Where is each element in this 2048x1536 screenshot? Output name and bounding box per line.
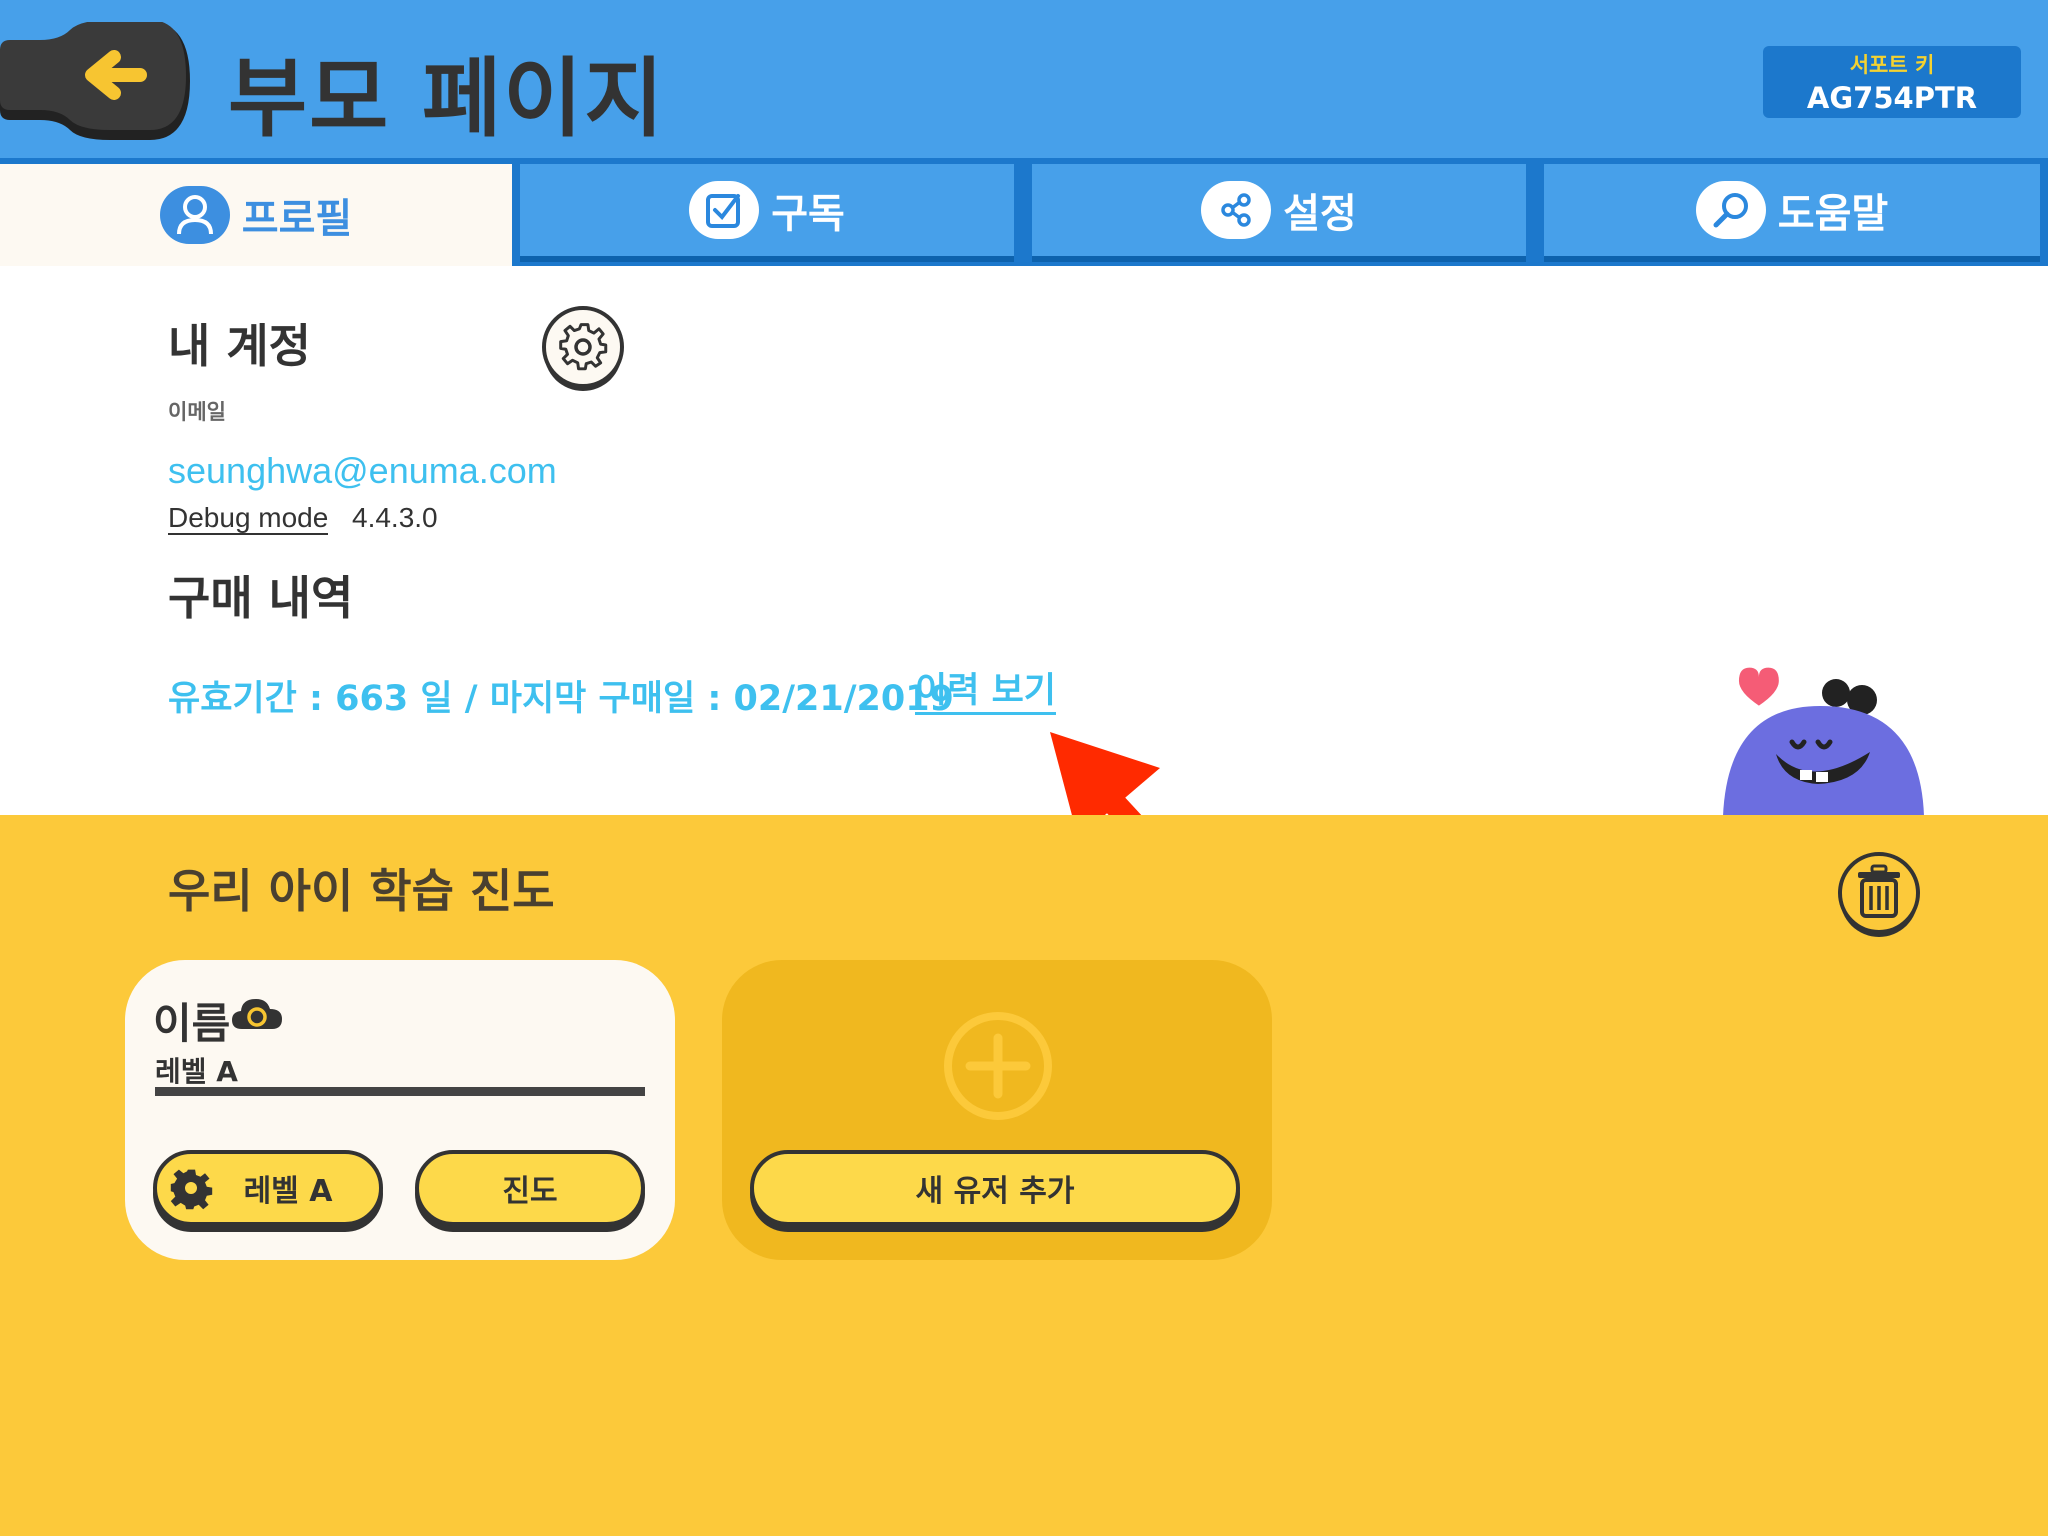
level-progress-bar [155,1087,645,1096]
monster-mascot [1723,667,1924,816]
checkbox-icon [689,181,760,239]
view-progress-button[interactable]: 진도 [415,1150,645,1226]
debug-mode-link[interactable]: Debug mode [168,503,329,535]
learning-progress-title: 우리 아이 학습 진도 [168,864,555,918]
tab-settings-label: 설정 [1283,191,1357,237]
account-settings-button[interactable] [542,306,624,392]
user-card: 이름 레벨 A 레벨 A 진도 [125,960,675,1260]
account-email: seunghwa@enuma.com [168,450,557,491]
user-name: 이름 [153,999,231,1048]
page-title: 부모 페이지 [228,49,666,149]
tab-bar: 프로필 구독 설정 도움말 [0,158,2048,266]
tab-settings[interactable]: 설정 [1032,164,1526,262]
purchase-history-title: 구매 내역 [168,571,354,625]
app-version: 4.4.3.0 [352,502,438,533]
tab-help-label: 도움말 [1777,191,1889,237]
header-bar: 부모 페이지 서포트 키 AG754PTR [0,0,2048,158]
plus-circle-icon [944,1012,1052,1120]
subscription-validity: 유효기간 : 663 일 / 마지막 구매일 : 02/21/2019 [168,679,954,719]
tab-help[interactable]: 도움말 [1544,164,2040,262]
email-label: 이메일 [168,400,226,424]
gear-icon [170,1169,213,1210]
magnifier-icon [1695,181,1766,239]
back-button[interactable] [0,22,190,140]
tab-profile[interactable]: 프로필 [0,164,512,266]
person-icon [159,186,230,244]
support-key-label: 서포트 키 [1849,53,1935,77]
select-level-button[interactable]: 레벨 A [153,1150,383,1226]
user-level-label: 레벨 A [155,1055,238,1088]
add-user-card: 새 유저 추가 [722,960,1272,1260]
delete-user-button[interactable] [1838,852,1920,940]
tab-profile-label: 프로필 [241,196,353,242]
tab-subscription-label: 구독 [771,191,845,237]
add-user-button[interactable]: 새 유저 추가 [750,1150,1240,1226]
support-key-badge: 서포트 키 AG754PTR [1763,46,2021,118]
account-title: 내 계정 [168,319,311,373]
cloud-sync-icon [232,999,282,1029]
select-level-button-label: 레벨 A [243,1174,333,1209]
view-history-link[interactable]: 이력 보기 [915,670,1056,715]
support-key-value: AG754PTR [1806,81,1978,115]
tab-subscription[interactable]: 구독 [520,164,1014,262]
settings-sliders-icon [1201,181,1272,239]
heart-icon [1738,667,1779,706]
